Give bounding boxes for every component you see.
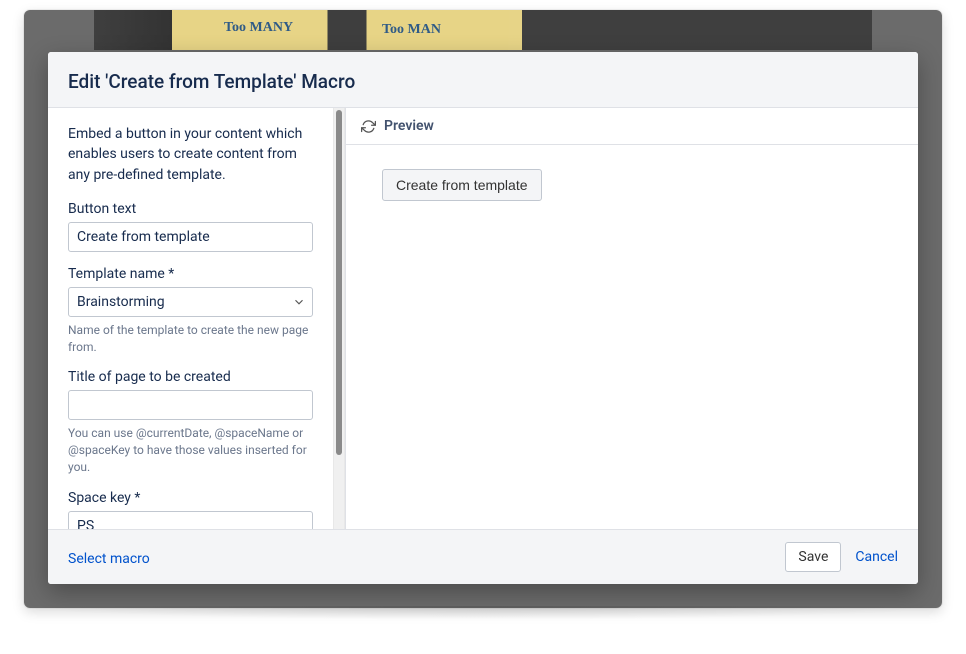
button-text-group: Button text (68, 201, 313, 252)
preview-content: Create from template (346, 145, 918, 529)
dialog-footer: Select macro Save Cancel (48, 529, 918, 584)
template-name-hint: Name of the template to create the new p… (68, 322, 313, 356)
create-from-template-button[interactable]: Create from template (382, 169, 542, 201)
template-name-group: Template name * Brainstorming Name of th… (68, 266, 313, 356)
macro-edit-dialog: Edit 'Create from Template' Macro Embed … (48, 52, 918, 584)
dialog-body: Embed a button in your content which ena… (48, 108, 918, 529)
select-macro-link[interactable]: Select macro (68, 551, 150, 567)
page-title-group: Title of page to be created You can use … (68, 369, 313, 475)
window-frame: Too MANY Too MAN Edit 'Create from Templ… (24, 10, 942, 608)
page-title-input[interactable] (68, 390, 313, 420)
preview-header: Preview (346, 108, 918, 145)
button-text-label: Button text (68, 201, 313, 217)
space-key-label: Space key * (68, 490, 313, 506)
save-button[interactable]: Save (785, 542, 841, 572)
form-panel: Embed a button in your content which ena… (48, 108, 333, 529)
background-photo: Too MANY Too MAN (94, 10, 872, 50)
preview-panel: Preview Create from template (345, 108, 918, 529)
dialog-title: Edit 'Create from Template' Macro (68, 70, 898, 93)
page-title-label: Title of page to be created (68, 369, 313, 385)
refresh-icon[interactable] (360, 118, 376, 134)
drop-shadow (18, 606, 948, 620)
footer-left: Select macro (68, 548, 785, 567)
dialog-header: Edit 'Create from Template' Macro (48, 52, 918, 108)
footer-right: Save Cancel (785, 542, 898, 572)
scrollbar-thumb[interactable] (336, 110, 342, 455)
sticky-note-text: Too MAN (382, 22, 441, 38)
space-key-group: Space key * (68, 490, 313, 529)
template-name-label: Template name * (68, 266, 313, 282)
cancel-button[interactable]: Cancel (855, 549, 898, 565)
button-text-input[interactable] (68, 222, 313, 252)
preview-title: Preview (384, 118, 434, 134)
scrollbar[interactable] (333, 108, 345, 529)
template-name-select[interactable]: Brainstorming (68, 287, 313, 317)
space-key-input[interactable] (68, 511, 313, 529)
macro-description: Embed a button in your content which ena… (68, 124, 313, 185)
sticky-note-text: Too MANY (224, 20, 293, 36)
page-title-hint: You can use @currentDate, @spaceName or … (68, 425, 313, 475)
